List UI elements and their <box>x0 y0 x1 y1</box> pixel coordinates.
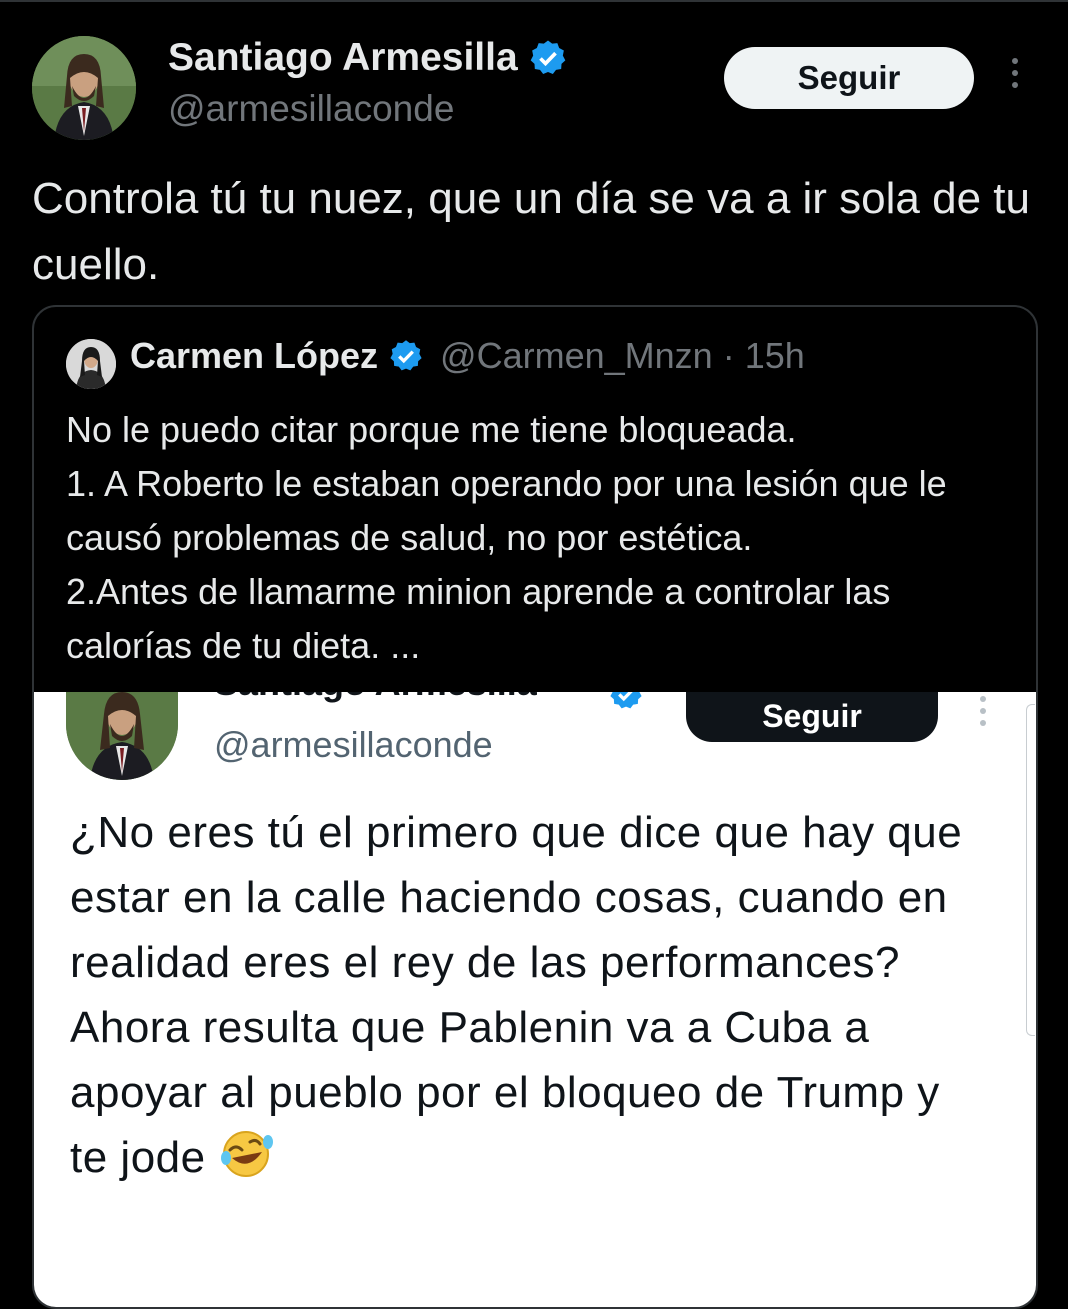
screenshot-author-name: Santiago Armesilla <box>214 692 537 704</box>
quoted-tweet[interactable]: Carmen López @Carmen_Mnzn · 15h No le pu… <box>32 305 1038 1309</box>
tweet-text: Controla tú tu nuez, que un día se va a … <box>32 174 1030 289</box>
screenshot-author-handle: @armesillaconde <box>214 724 493 765</box>
quoted-author-name[interactable]: Carmen López <box>130 335 378 377</box>
author-handle[interactable]: @armesillaconde <box>168 88 454 130</box>
quoted-author-handle[interactable]: @Carmen_Mnzn <box>440 335 713 377</box>
author-avatar[interactable] <box>32 36 136 140</box>
quoted-author-avatar[interactable] <box>66 339 116 389</box>
separator-dot: · <box>722 335 735 376</box>
screenshot-scrollbar <box>1026 704 1035 1036</box>
attached-screenshot-image[interactable]: Santiago Armesilla @armesillaconde Segui… <box>34 692 1036 1307</box>
screenshot-tweet-text: ¿No eres tú el primero que dice que hay … <box>70 800 990 1196</box>
more-options-icon[interactable] <box>1000 58 1030 98</box>
screenshot-author-avatar <box>66 692 178 780</box>
screenshot-text-body: ¿No eres tú el primero que dice que hay … <box>70 808 963 1182</box>
quoted-timestamp[interactable]: 15h <box>745 335 805 377</box>
verified-badge-icon <box>388 338 424 374</box>
screenshot-follow-button: Seguir <box>686 692 938 742</box>
quoted-line: No le puedo citar porque me tiene bloque… <box>66 409 797 450</box>
quoted-line: 2.Antes de llamarme minion aprende a con… <box>66 571 891 666</box>
quoted-tweet-text: No le puedo citar porque me tiene bloque… <box>66 403 1016 673</box>
quoted-line: 1. A Roberto le estaban operando por una… <box>66 463 947 558</box>
author-name[interactable]: Santiago Armesilla <box>168 36 518 80</box>
top-divider <box>0 0 1068 2</box>
verified-badge-icon <box>528 38 568 78</box>
follow-button[interactable]: Seguir <box>724 47 974 109</box>
rolling-on-the-floor-laughing-icon <box>218 1128 274 1196</box>
screenshot-more-options-icon <box>976 696 990 736</box>
verified-badge-icon <box>608 692 644 717</box>
